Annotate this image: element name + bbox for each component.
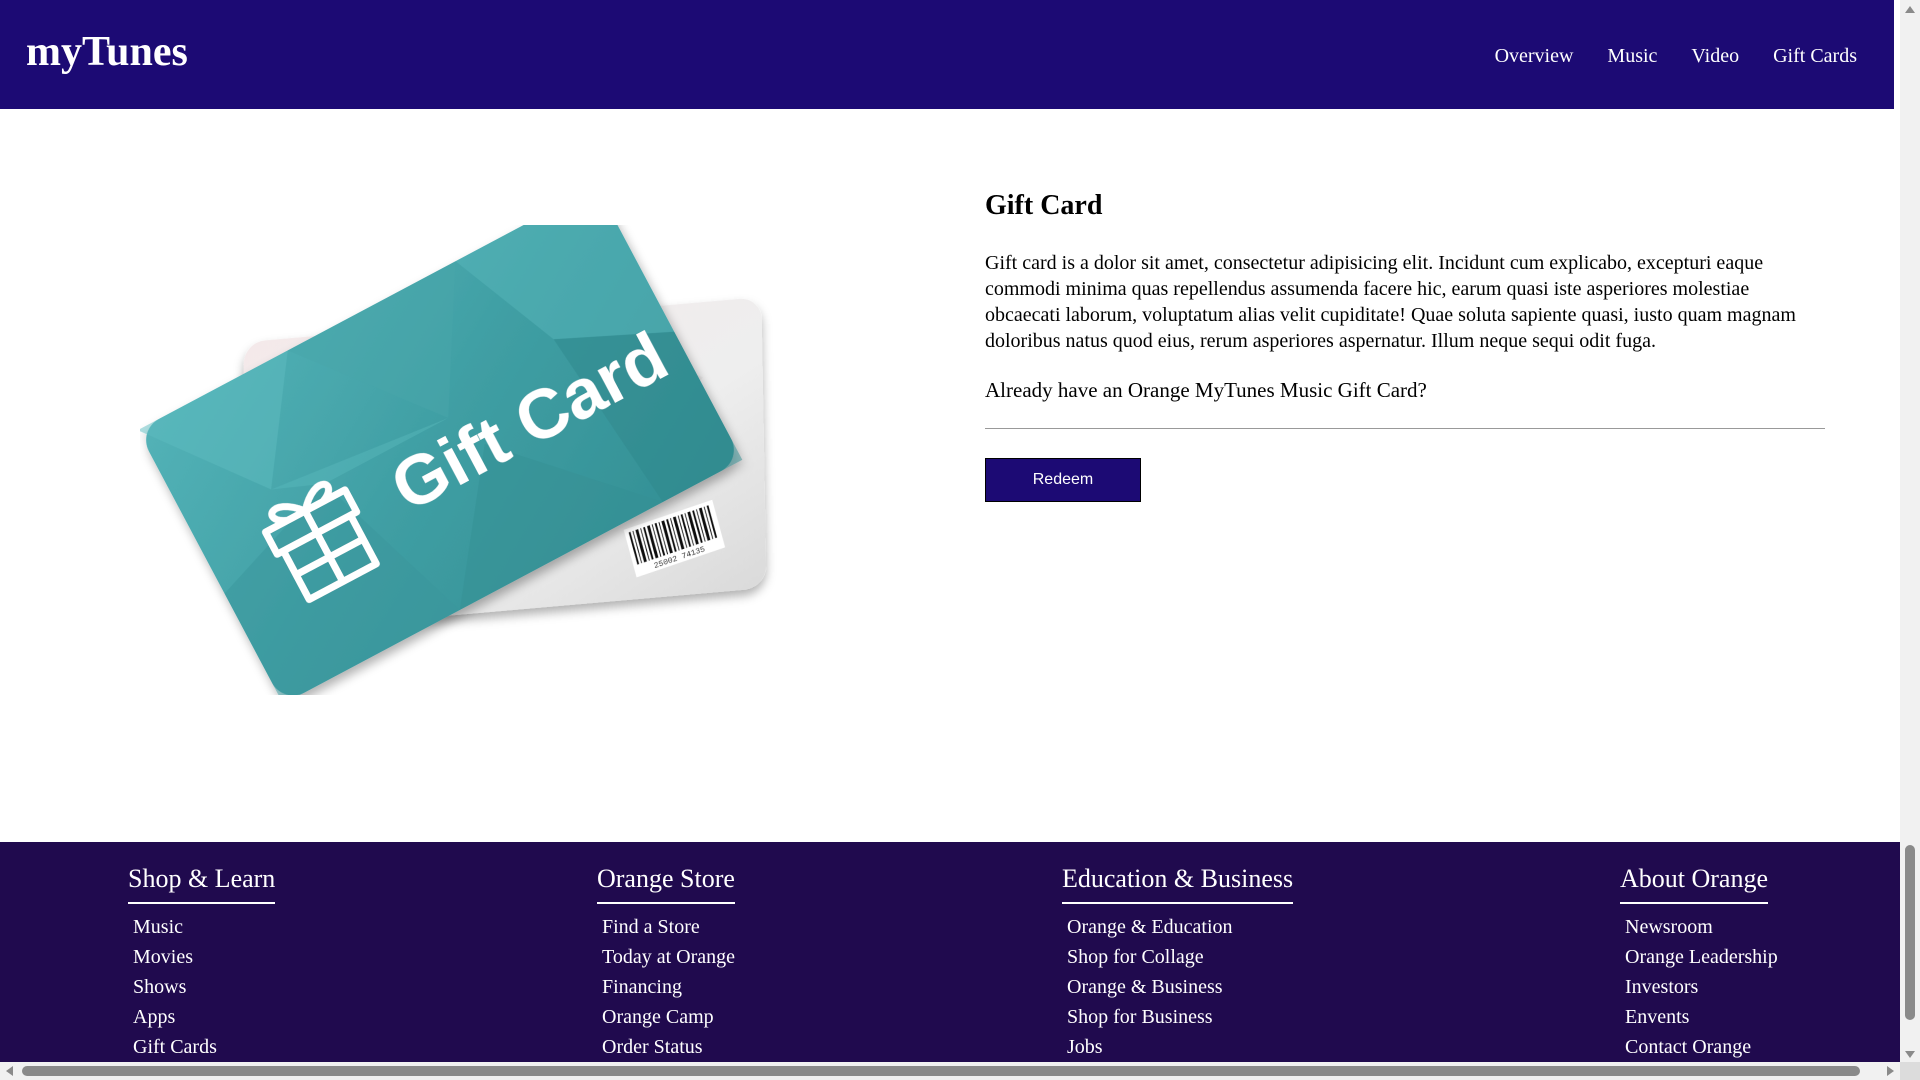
footer-link[interactable]: Apps <box>133 1002 275 1032</box>
gift-card-image: 25002 74135 Gift Card <box>140 225 766 695</box>
footer-link[interactable]: Orange & Business <box>1067 972 1293 1002</box>
site-logo[interactable]: myTunes <box>26 28 188 76</box>
footer-link[interactable]: Investors <box>1625 972 1778 1002</box>
footer-link[interactable]: Envents <box>1625 1002 1778 1032</box>
footer-link[interactable]: Contact Orange <box>1625 1032 1778 1062</box>
footer-link[interactable]: Order Status <box>602 1032 735 1062</box>
redeem-button[interactable]: Redeem <box>985 458 1141 502</box>
footer-links: Newsroom Orange Leadership Investors Env… <box>1620 912 1778 1062</box>
footer-link[interactable]: Orange & Education <box>1067 912 1293 942</box>
nav-overview[interactable]: Overview <box>1495 45 1574 68</box>
footer-link[interactable]: Movies <box>133 942 275 972</box>
nav-gift-cards[interactable]: Gift Cards <box>1773 45 1857 68</box>
nav-music[interactable]: Music <box>1607 45 1657 68</box>
footer-link[interactable]: Shop for Business <box>1067 1002 1293 1032</box>
scroll-up-arrow-icon[interactable] <box>1905 6 1915 13</box>
site-footer: Shop & Learn Music Movies Shows Apps Gif… <box>0 842 1900 1062</box>
footer-heading: Education & Business <box>1062 864 1294 904</box>
horizontal-scrollbar[interactable] <box>0 1062 1900 1080</box>
footer-link[interactable]: Gift Cards <box>133 1032 275 1062</box>
footer-links: Find a Store Today at Orange Financing O… <box>597 912 735 1062</box>
redeem-question: Already have an Orange MyTunes Music Gif… <box>985 378 1427 402</box>
page-title: Gift Card <box>985 190 1103 221</box>
footer-column-shop-learn: Shop & Learn Music Movies Shows Apps Gif… <box>128 864 276 1062</box>
scroll-right-arrow-icon[interactable] <box>1887 1066 1894 1076</box>
footer-link[interactable]: Orange Leadership <box>1625 942 1778 972</box>
gift-card-info: Gift Card Gift card is a dolor sit amet,… <box>985 190 1825 502</box>
footer-heading: Shop & Learn <box>128 864 276 904</box>
footer-link[interactable]: Shop for Collage <box>1067 942 1293 972</box>
footer-heading: About Orange <box>1620 864 1769 904</box>
scrollbar-corner <box>1900 1062 1920 1080</box>
footer-link[interactable]: Shows <box>133 972 275 1002</box>
page: myTunes Overview Music Video Gift Cards <box>0 0 1920 1080</box>
main-nav: Overview Music Video Gift Cards <box>1495 45 1857 68</box>
footer-link[interactable]: Music <box>133 912 275 942</box>
footer-links: Music Movies Shows Apps Gift Cards <box>128 912 275 1062</box>
scroll-down-arrow-icon[interactable] <box>1905 1051 1915 1058</box>
footer-link[interactable]: Jobs <box>1067 1032 1293 1062</box>
footer-link[interactable]: Orange Camp <box>602 1002 735 1032</box>
footer-links: Orange & Education Shop for Collage Oran… <box>1062 912 1293 1062</box>
footer-heading: Orange Store <box>597 864 735 904</box>
divider <box>985 428 1825 429</box>
footer-link[interactable]: Newsroom <box>1625 912 1778 942</box>
vertical-scrollbar[interactable] <box>1900 0 1920 1062</box>
horizontal-scroll-thumb[interactable] <box>22 1066 1860 1076</box>
footer-link[interactable]: Find a Store <box>602 912 735 942</box>
vertical-scroll-thumb[interactable] <box>1905 845 1915 1020</box>
footer-link[interactable]: Today at Orange <box>602 942 735 972</box>
footer-link[interactable]: Financing <box>602 972 735 1002</box>
footer-column-about-orange: About Orange Newsroom Orange Leadership … <box>1620 864 1778 1062</box>
footer-column-orange-store: Orange Store Find a Store Today at Orang… <box>597 864 735 1062</box>
site-header: myTunes Overview Music Video Gift Cards <box>0 0 1894 109</box>
scroll-left-arrow-icon[interactable] <box>6 1066 13 1076</box>
gift-card-description: Gift card is a dolor sit amet, consectet… <box>985 252 1796 352</box>
footer-column-education-business: Education & Business Orange & Education … <box>1062 864 1294 1062</box>
front-card: Gift Card <box>140 225 743 695</box>
nav-video[interactable]: Video <box>1691 45 1739 68</box>
